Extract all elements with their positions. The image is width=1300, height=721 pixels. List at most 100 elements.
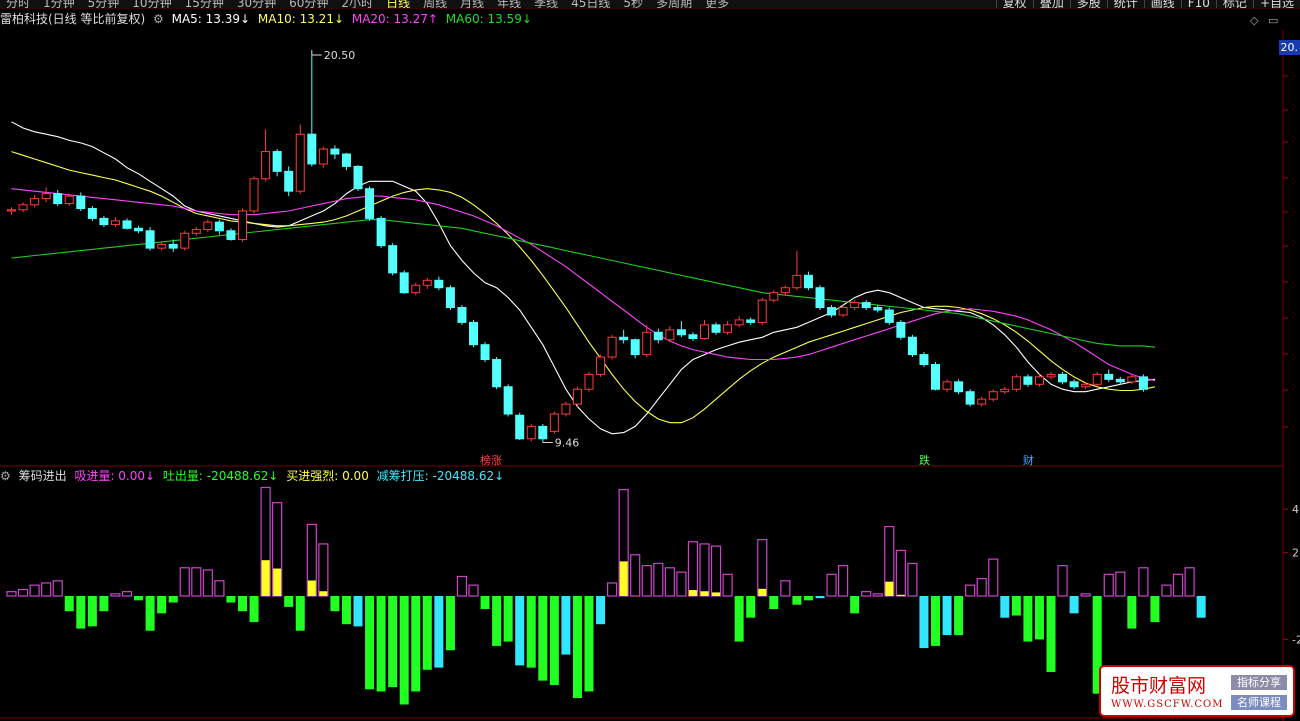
tab-16[interactable]: 更多 [705,0,729,8]
in-bar [214,580,225,597]
candle-body [630,339,640,356]
candle [1092,371,1102,387]
candle [884,307,894,325]
candle-body [1069,381,1079,388]
tab-12[interactable]: 季线 [534,0,558,8]
tool-button-1[interactable]: 叠加 [1032,0,1070,8]
tab-8[interactable]: 日线 [386,0,410,8]
settings-icon[interactable]: ⚙ [153,12,164,26]
strong-buy-bar [885,581,894,596]
candle [284,166,294,197]
out-bar [388,596,398,688]
out-bar [503,596,513,642]
candle [607,334,617,360]
tab-2[interactable]: 5分钟 [88,0,120,8]
in-bar [780,580,791,597]
tool-button-7[interactable]: +自选 [1252,0,1300,8]
candle-body [538,425,548,440]
candle [353,165,363,192]
out-bar [515,596,525,666]
candle-body [434,279,444,289]
tab-4[interactable]: 15分钟 [185,0,224,8]
candle-body [1115,378,1125,383]
out-bar [538,596,548,681]
out-bar [134,596,144,601]
candle [827,305,837,318]
candle [214,219,224,235]
candle-body [261,151,271,180]
candle [861,300,871,311]
out-bar [803,596,813,601]
candle [110,217,120,228]
tool-button-6[interactable]: 标记 [1215,0,1253,8]
in-bar [630,554,641,597]
out-bar [561,596,571,655]
tab-9[interactable]: 周线 [423,0,447,8]
out-bar [526,596,536,668]
candle [665,326,675,343]
candle-body [1138,376,1148,390]
tab-6[interactable]: 60分钟 [289,0,328,8]
tab-13[interactable]: 45日线 [571,0,610,8]
candle [238,208,247,242]
candle [815,285,825,311]
in-bar [468,584,479,597]
candle [538,423,548,443]
tab-14[interactable]: 5秒 [623,0,643,8]
out-bar [954,596,964,636]
out-bar [1127,596,1137,629]
candle [1081,381,1091,390]
out-bar [734,596,744,642]
settings-icon-sub[interactable]: ⚙ [0,469,11,483]
out-bar [492,596,502,646]
tab-15[interactable]: 多周期 [656,0,692,8]
candle-body [18,204,28,211]
ma20-line [11,188,1156,382]
sub-tick-label: -2 [1292,633,1300,646]
candle [249,176,259,214]
candle [76,192,86,211]
out-bar [295,596,305,631]
candle-body [330,148,340,155]
candle-body [191,229,201,234]
candle-body [457,307,467,323]
candle-body [584,373,594,390]
out-bar [238,596,247,612]
tab-3[interactable]: 10分钟 [132,0,171,8]
candle-body [884,309,894,323]
tool-button-0[interactable]: 复权 [995,0,1033,8]
candle [780,285,790,296]
tool-button-2[interactable]: 多股 [1069,0,1107,8]
in-bar [179,567,190,597]
candle-body [30,198,40,206]
in-bar [110,593,121,597]
tool-button-4[interactable]: 画线 [1143,0,1181,8]
candle-body [445,287,455,309]
tab-11[interactable]: 年线 [497,0,521,8]
tab-1[interactable]: 1分钟 [43,0,75,8]
tab-10[interactable]: 月线 [460,0,484,8]
out-bar [1046,596,1056,672]
candle [87,206,97,221]
tool-button-3[interactable]: 统计 [1106,0,1144,8]
candle [561,401,571,417]
candle-body [515,414,525,440]
tool-button-5[interactable]: F10 [1180,0,1216,8]
period-tabs: 分时 1分钟 5分钟 10分钟 15分钟 30分钟 60分钟 2小时 日线 周线 月线 年线 季线 45日… [0,0,736,8]
candle-body [110,220,120,226]
out-value: 吐出量: -20488.62↓ [162,469,279,483]
tab-0[interactable]: 分时 [6,0,30,8]
candle-body [388,245,398,274]
candle-body [827,307,837,316]
out-bar [1069,596,1079,614]
stock-chart: 20.50 9.46 榜涨 跌 财 ◇ ▭ 4 2 -2 [0,14,1300,721]
tab-7[interactable]: 2小时 [341,0,373,8]
candle [7,207,16,215]
strong-buy-bar [758,588,767,596]
tab-5[interactable]: 30分钟 [237,0,276,8]
candle [931,362,940,391]
candle-body [792,274,802,289]
out-bar [422,596,432,670]
candle-body [711,324,721,333]
candle [1069,379,1079,390]
